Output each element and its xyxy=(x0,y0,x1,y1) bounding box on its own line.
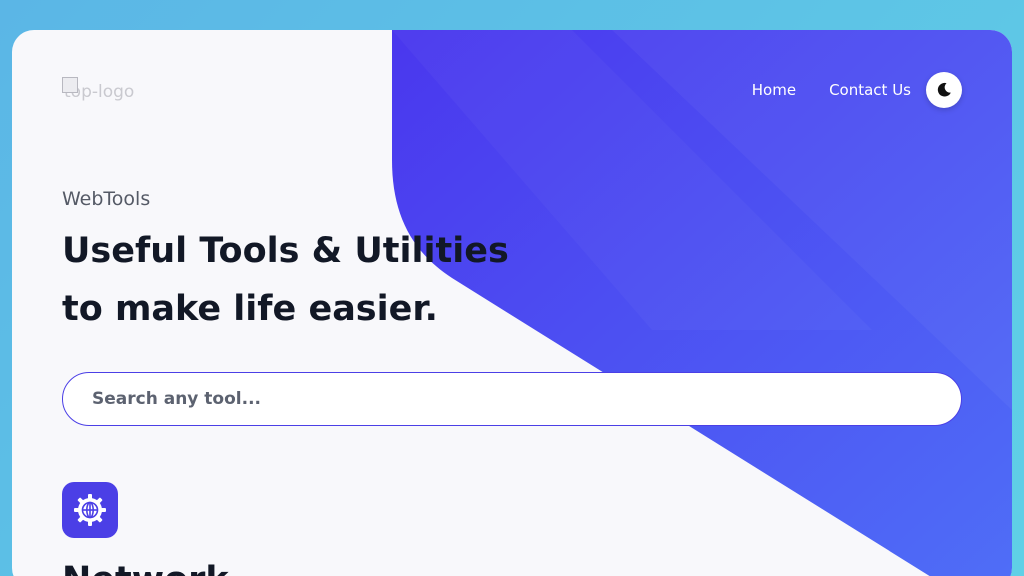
search-input[interactable] xyxy=(90,388,934,410)
main-nav: Home Contact Us xyxy=(752,72,962,108)
theme-toggle-button[interactable] xyxy=(926,72,962,108)
hero-title-line-2: to make life easier. xyxy=(62,289,438,329)
hero-title-line-1: Useful Tools & Utilities xyxy=(62,231,509,271)
hero-eyebrow: WebTools xyxy=(62,188,151,210)
network-section-title: Network xyxy=(62,560,229,576)
globe-gear-icon xyxy=(74,494,106,526)
broken-image-icon xyxy=(62,77,78,93)
nav-contact-link[interactable]: Contact Us xyxy=(829,81,911,99)
page-card: top-logo Home Contact Us WebTools Useful… xyxy=(12,30,1012,576)
moon-icon xyxy=(937,82,951,97)
hero: WebTools Useful Tools & Utilities to mak… xyxy=(62,188,962,338)
top-logo[interactable]: top-logo xyxy=(62,77,134,107)
network-category-icon-tile[interactable] xyxy=(62,482,118,538)
search-bar xyxy=(62,372,962,426)
nav-home-link[interactable]: Home xyxy=(752,81,796,99)
hero-title: Useful Tools & Utilities to make life ea… xyxy=(62,222,962,338)
site-header: top-logo Home Contact Us xyxy=(12,30,1012,150)
